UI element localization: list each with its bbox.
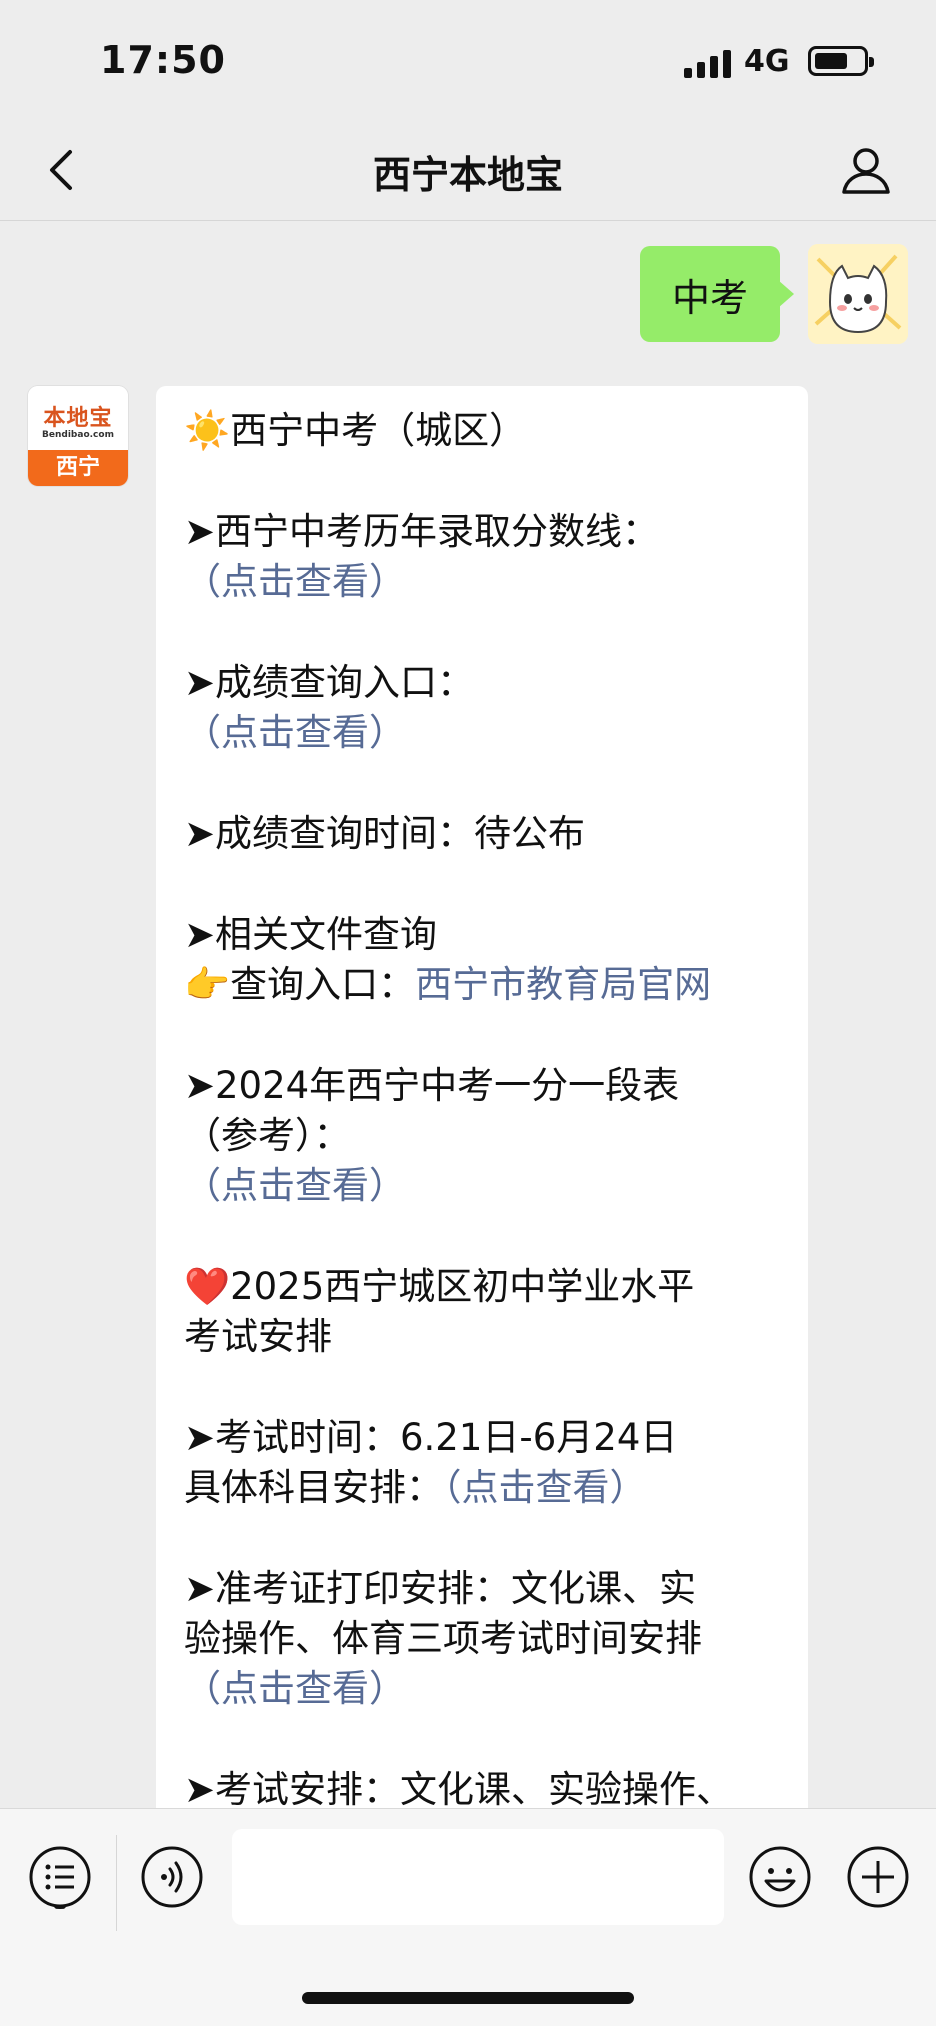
menu-list-icon[interactable] <box>28 1845 92 1909</box>
score-query-time: ➤成绩查询时间：待公布 <box>184 812 586 855</box>
user-avatar[interactable] <box>808 244 908 344</box>
message-paragraph: ➤考试时间：6.21日-6月24日 具体科目安排：（点击查看） <box>184 1413 794 1513</box>
admission-ticket-label: ➤准考证打印安排：文化课、实 <box>184 1567 697 1610</box>
avatar-logo-text: 本地宝 <box>43 406 113 431</box>
chat-title: 西宁本地宝 <box>372 153 563 197</box>
score-table-note: （参考）： <box>184 1114 351 1157</box>
status-bar: 17:50 4G <box>0 0 936 120</box>
bot-message-bubble[interactable]: ☀️西宁中考（城区） ➤西宁中考历年录取分数线： （点击查看） ➤成绩查询入口：… <box>156 386 808 2026</box>
bot-message-text: ☀️西宁中考（城区） ➤西宁中考历年录取分数线： （点击查看） ➤成绩查询入口：… <box>184 406 794 1866</box>
cat-avatar-image <box>808 244 908 344</box>
subject-schedule-link[interactable]: （点击查看） <box>443 1466 647 1509</box>
exam-heading: ☀️西宁中考（城区） <box>184 409 527 452</box>
avatar-city-text: 西宁 <box>28 450 128 486</box>
network-type: 4G <box>744 44 790 79</box>
documents-entry-prefix: 👉查询入口： <box>184 963 416 1006</box>
status-time: 17:50 <box>100 38 226 82</box>
subject-schedule: 具体科目安排：（点击查看） <box>184 1463 794 1513</box>
voice-icon[interactable] <box>140 1845 204 1909</box>
score-query-label: ➤成绩查询入口： <box>184 661 475 704</box>
profile-icon[interactable] <box>838 142 894 198</box>
documents-label: ➤相关文件查询 <box>184 913 438 956</box>
input-bar-divider <box>116 1835 117 1931</box>
exam-arrangement-heading-cont: 考试安排 <box>184 1315 332 1358</box>
message-paragraph: ➤准考证打印安排：文化课、实 验操作、体育三项考试时间安排 （点击查看） <box>184 1564 794 1714</box>
documents-entry: 👉查询入口：西宁市教育局官网 <box>184 960 794 1010</box>
message-paragraph: ➤成绩查询入口： （点击查看） <box>184 658 794 758</box>
admission-ticket-label-cont: 验操作、体育三项考试时间安排 <box>184 1617 702 1660</box>
message-paragraph: ➤成绩查询时间：待公布 <box>184 809 794 859</box>
plus-icon[interactable] <box>846 1845 910 1909</box>
exam-arrangement-heading: ❤️2025西宁城区初中学业水平 <box>184 1265 695 1308</box>
chat-header: 西宁本地宝 <box>0 120 936 221</box>
message-paragraph: ➤相关文件查询 👉查询入口：西宁市教育局官网 <box>184 910 794 1010</box>
message-paragraph: ☀️西宁中考（城区） <box>184 406 794 456</box>
message-paragraph: ➤2024年西宁中考一分一段表 （参考）： （点击查看） <box>184 1061 794 1211</box>
home-indicator[interactable] <box>302 1992 634 2004</box>
battery-icon <box>808 46 874 76</box>
official-account-avatar[interactable]: 本地宝 Bendibao.com 西宁 <box>28 386 128 486</box>
score-table-label: ➤2024年西宁中考一分一段表 <box>184 1064 680 1107</box>
message-paragraph: ❤️2025西宁城区初中学业水平 考试安排 <box>184 1262 794 1362</box>
subject-schedule-label: 具体科目安排： <box>184 1466 443 1509</box>
score-query-link[interactable]: （点击查看） <box>184 708 794 758</box>
education-bureau-link[interactable]: 西宁市教育局官网 <box>415 963 711 1006</box>
user-message-text: 中考 <box>671 275 748 320</box>
admission-ticket-link[interactable]: （点击查看） <box>184 1664 794 1714</box>
emoji-icon[interactable] <box>748 1845 812 1909</box>
avatar-url-text: Bendibao.com <box>42 430 114 440</box>
message-paragraph: ➤西宁中考历年录取分数线： （点击查看） <box>184 507 794 607</box>
score-line-link[interactable]: （点击查看） <box>184 557 794 607</box>
exam-time: ➤考试时间：6.21日-6月24日 <box>184 1416 678 1459</box>
message-input[interactable] <box>232 1829 724 1925</box>
signal-icon <box>684 48 734 78</box>
score-line-label: ➤西宁中考历年录取分数线： <box>184 510 660 553</box>
user-message-bubble[interactable]: 中考 <box>640 246 794 342</box>
score-table-link[interactable]: （点击查看） <box>184 1161 794 1211</box>
